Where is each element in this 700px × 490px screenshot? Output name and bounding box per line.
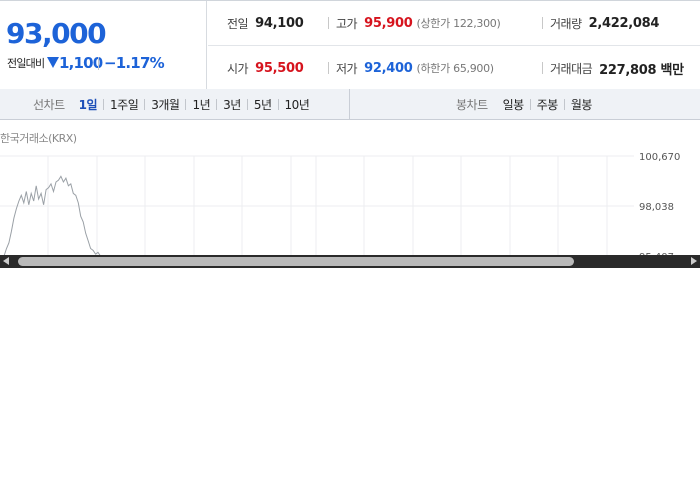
divider <box>246 98 248 110</box>
divider <box>328 17 329 29</box>
y-tick-label: 98,038 <box>639 202 674 213</box>
tab-3month[interactable]: 3개월 <box>151 96 180 113</box>
down-triangle-icon <box>47 57 59 68</box>
divider <box>98 57 99 70</box>
prev-close-value: 94,100 <box>255 15 304 31</box>
divider <box>185 98 187 110</box>
chart-scrollbar[interactable] <box>0 255 700 268</box>
price-chart: 한국거래소(KRX) 100,67098,03895,407 <box>0 120 700 256</box>
high-label: 고가 <box>336 16 358 31</box>
price-line <box>3 175 102 256</box>
low-label: 저가 <box>336 61 358 76</box>
low-value: 92,400 <box>364 60 413 76</box>
tab-5year[interactable]: 5년 <box>254 96 272 113</box>
scroll-thumb[interactable] <box>18 257 574 266</box>
y-tick-label: 100,670 <box>639 152 680 163</box>
amount-label: 거래대금 <box>550 61 593 76</box>
tab-1day[interactable]: 1일 <box>79 96 98 113</box>
tab-1week[interactable]: 1주일 <box>110 96 139 113</box>
scroll-right-icon[interactable] <box>691 257 697 265</box>
stats-row: 전일 94,100 고가 95,900 (상한가 122,300) 거래량 2,… <box>208 1 700 46</box>
current-price-panel: 93,000 전일대비 1,100 −1.17% <box>0 1 207 89</box>
upper-limit: (상한가 122,300) <box>416 17 501 30</box>
high-value: 95,900 <box>364 15 413 31</box>
divider <box>216 98 218 110</box>
open-value: 95,500 <box>255 60 304 76</box>
chart-canvas: 100,67098,03895,407 <box>0 152 680 256</box>
tab-3year[interactable]: 3년 <box>223 96 241 113</box>
scroll-left-icon[interactable] <box>3 257 9 265</box>
volume-stat: 거래량 2,422,084 <box>550 1 659 45</box>
divider <box>103 98 105 110</box>
tab-daily[interactable]: 일봉 <box>503 96 525 113</box>
lower-limit: (하한가 65,900) <box>416 62 494 75</box>
line-chart-tabs: 선차트 1일 1주일 3개월 1년 3년 5년 10년 <box>0 89 350 119</box>
current-price: 93,000 <box>6 17 107 50</box>
high-stat: 고가 95,900 (상한가 122,300) <box>336 1 501 45</box>
amount-value: 227,808 백만 <box>599 62 684 78</box>
stats-row: 시가 95,500 저가 92,400 (하한가 65,900) 거래대금 22… <box>208 46 700 89</box>
divider <box>277 98 279 110</box>
tab-1year[interactable]: 1년 <box>192 96 210 113</box>
candle-chart-tabs: 봉차트 일봉 주봉 월봉 <box>351 89 700 119</box>
divider <box>563 98 565 110</box>
open-stat: 시가 95,500 <box>227 46 304 90</box>
divider <box>328 62 329 74</box>
line-chart-title: 선차트 <box>33 97 65 112</box>
tab-weekly[interactable]: 주봉 <box>537 96 559 113</box>
divider <box>144 98 146 110</box>
volume-label: 거래량 <box>550 16 582 31</box>
prev-close-label: 전일 <box>227 16 249 31</box>
tab-10year[interactable]: 10년 <box>285 96 310 113</box>
divider <box>529 98 531 110</box>
prev-close-stat: 전일 94,100 <box>227 1 304 45</box>
price-stats: 전일 94,100 고가 95,900 (상한가 122,300) 거래량 2,… <box>208 1 700 89</box>
low-stat: 저가 92,400 (하한가 65,900) <box>336 46 494 90</box>
divider <box>542 17 543 29</box>
tab-monthly[interactable]: 월봉 <box>571 96 593 113</box>
quote-summary: 93,000 전일대비 1,100 −1.17% 전일 94,100 고가 95… <box>0 0 700 90</box>
change-label: 전일대비 <box>7 57 45 70</box>
candle-chart-title: 봉차트 <box>456 97 488 112</box>
volume-value: 2,422,084 <box>588 15 660 31</box>
change-rate: −1.17% <box>104 54 165 72</box>
open-label: 시가 <box>227 61 249 76</box>
amount-stat: 거래대금 227,808 백만 <box>550 46 684 90</box>
chart-tabs: 선차트 1일 1주일 3개월 1년 3년 5년 10년 봉차트 일봉 주봉 월봉 <box>0 89 700 120</box>
change-value: 1,100 <box>59 54 103 72</box>
divider <box>542 62 543 74</box>
